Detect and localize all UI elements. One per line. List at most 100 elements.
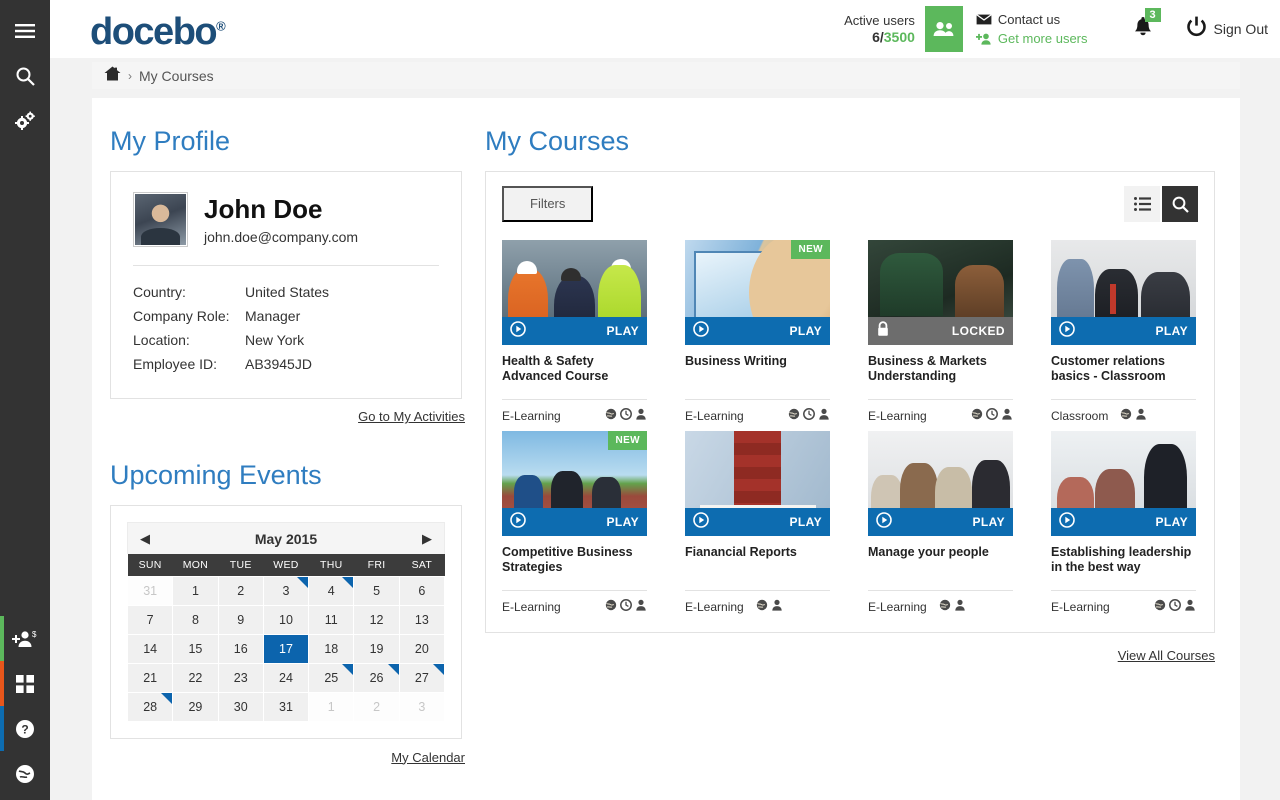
calendar-day-cell[interactable]: 2 <box>218 576 263 605</box>
calendar-day-cell[interactable]: 23 <box>218 663 263 692</box>
calendar-day-cell[interactable]: 6 <box>399 576 444 605</box>
globe-icon[interactable] <box>0 751 50 796</box>
calendar-day-cell[interactable]: 16 <box>218 634 263 663</box>
calendar-day-cell[interactable]: 25 <box>309 663 354 692</box>
course-thumbnail[interactable]: PLAY <box>1051 240 1196 345</box>
course-title[interactable]: Business & Markets Understanding <box>868 354 1013 399</box>
breadcrumb-current[interactable]: My Courses <box>139 68 214 84</box>
calendar-day-cell[interactable]: 24 <box>263 663 308 692</box>
course-status-bar[interactable]: PLAY <box>1051 508 1196 536</box>
calendar-day-cell[interactable]: 14 <box>128 634 173 663</box>
course-thumbnail[interactable]: NEWPLAY <box>685 240 830 345</box>
calendar-next-month-button[interactable]: ▶ <box>422 531 432 547</box>
calendar-day-cell[interactable]: 4 <box>309 576 354 605</box>
help-icon[interactable]: ? <box>0 706 50 751</box>
course-thumbnail[interactable]: PLAY <box>1051 431 1196 536</box>
profile-field-label: Location: <box>133 328 245 352</box>
menu-icon[interactable] <box>0 8 50 53</box>
calendar-day-cell[interactable]: 7 <box>128 605 173 634</box>
calendar-day-cell[interactable]: 12 <box>354 605 399 634</box>
search-icon[interactable] <box>0 53 50 98</box>
calendar-day-cell[interactable]: 1 <box>173 576 218 605</box>
active-users-text: Active users 6/3500 <box>844 6 925 52</box>
calendar-day-cell[interactable]: 28 <box>128 692 173 721</box>
contact-us-link[interactable]: Contact us <box>998 10 1060 29</box>
avatar[interactable] <box>133 192 188 247</box>
course-title[interactable]: Establishing leadership in the best way <box>1051 545 1196 590</box>
course-status-bar[interactable]: PLAY <box>502 317 647 345</box>
calendar-day-cell[interactable]: 20 <box>399 634 444 663</box>
calendar-day-cell[interactable]: 15 <box>173 634 218 663</box>
calendar-day-cell[interactable]: 17 <box>263 634 308 663</box>
add-user-money-icon[interactable]: $ <box>0 616 50 661</box>
my-calendar-link[interactable]: My Calendar <box>391 750 465 765</box>
calendar-day-cell[interactable]: 3 <box>263 576 308 605</box>
course-status-bar[interactable]: PLAY <box>868 508 1013 536</box>
course-thumbnail[interactable]: PLAY <box>868 431 1013 536</box>
list-view-icon[interactable] <box>1124 186 1160 222</box>
calendar-prev-month-button[interactable]: ◀ <box>140 531 150 547</box>
search-icon[interactable] <box>1162 186 1198 222</box>
calendar-day-cell[interactable]: 21 <box>128 663 173 692</box>
course-title[interactable]: Fianancial Reports <box>685 545 830 590</box>
course-title[interactable]: Business Writing <box>685 354 830 399</box>
calendar-day-cell[interactable]: 29 <box>173 692 218 721</box>
course-status-bar[interactable]: LOCKED <box>868 317 1013 345</box>
course-status-label: PLAY <box>972 515 1005 529</box>
course-status-bar[interactable]: PLAY <box>685 508 830 536</box>
course-thumbnail[interactable]: NEWPLAY <box>502 431 647 536</box>
course-thumbnail[interactable]: LOCKED <box>868 240 1013 345</box>
course-card[interactable]: PLAY Establishing leadership in the best … <box>1051 431 1196 614</box>
gears-icon[interactable] <box>0 98 50 143</box>
get-more-users-link[interactable]: Get more users <box>998 29 1088 48</box>
calendar-day-cell[interactable]: 22 <box>173 663 218 692</box>
calendar-day-cell[interactable]: 8 <box>173 605 218 634</box>
course-card[interactable]: PLAYHealth & Safety Advanced CourseE-Lea… <box>502 240 647 423</box>
course-card[interactable]: PLAYManage your peopleE-Learning <box>868 431 1013 614</box>
course-title[interactable]: Competitive Business Strategies <box>502 545 647 590</box>
get-more-users-row[interactable]: Get more users <box>975 29 1088 48</box>
contact-us-row[interactable]: Contact us <box>975 10 1088 29</box>
users-icon[interactable] <box>925 6 963 52</box>
calendar-day-cell[interactable]: 3 <box>399 692 444 721</box>
course-card[interactable]: PLAYFianancial ReportsE-Learning <box>685 431 830 614</box>
calendar-day-cell[interactable]: 1 <box>309 692 354 721</box>
active-users-widget[interactable]: Active users 6/3500 <box>844 6 963 52</box>
go-to-my-activities-link[interactable]: Go to My Activities <box>358 409 465 424</box>
notifications-button[interactable]: 3 <box>1132 14 1158 44</box>
grid-apps-icon[interactable] <box>0 661 50 706</box>
play-circle-icon <box>693 321 709 342</box>
course-thumbnail[interactable]: PLAY <box>502 240 647 345</box>
course-status-bar[interactable]: PLAY <box>502 508 647 536</box>
calendar-day-cell[interactable]: 13 <box>399 605 444 634</box>
calendar-day-cell[interactable]: 11 <box>309 605 354 634</box>
home-icon[interactable] <box>104 66 121 86</box>
profile-card: John Doe john.doe@company.com Country:Un… <box>110 171 462 399</box>
sign-out-button[interactable]: Sign Out <box>1186 16 1268 42</box>
calendar-day-cell[interactable]: 19 <box>354 634 399 663</box>
course-title[interactable]: Manage your people <box>868 545 1013 590</box>
calendar-day-cell[interactable]: 31 <box>263 692 308 721</box>
course-card[interactable]: NEWPLAYCompetitive Business StrategiesE-… <box>502 431 647 614</box>
course-status-bar[interactable]: PLAY <box>685 317 830 345</box>
calendar-day-cell[interactable]: 18 <box>309 634 354 663</box>
calendar-day-cell[interactable]: 10 <box>263 605 308 634</box>
calendar-day-cell[interactable]: 9 <box>218 605 263 634</box>
calendar-day-cell[interactable]: 2 <box>354 692 399 721</box>
calendar-day-cell[interactable]: 30 <box>218 692 263 721</box>
course-status-bar[interactable]: PLAY <box>1051 317 1196 345</box>
calendar-day-cell[interactable]: 5 <box>354 576 399 605</box>
course-title[interactable]: Customer relations basics - Classroom <box>1051 354 1196 399</box>
filters-button[interactable]: Filters <box>502 186 593 222</box>
course-card[interactable]: LOCKEDBusiness & Markets UnderstandingE-… <box>868 240 1013 423</box>
course-title[interactable]: Health & Safety Advanced Course <box>502 354 647 399</box>
calendar-day-cell[interactable]: 31 <box>128 576 173 605</box>
course-card[interactable]: PLAY Customer relations basics - Classroo… <box>1051 240 1196 423</box>
view-all-courses-link[interactable]: View All Courses <box>1118 648 1215 663</box>
course-thumbnail[interactable]: PLAY <box>685 431 830 536</box>
calendar-day-cell[interactable]: 26 <box>354 663 399 692</box>
docebo-logo[interactable]: docebo® <box>90 11 226 54</box>
right-column: My Courses Filters PLAYHealth & Safety A… <box>485 126 1215 665</box>
calendar-day-cell[interactable]: 27 <box>399 663 444 692</box>
course-card[interactable]: NEWPLAYBusiness WritingE-Learning <box>685 240 830 423</box>
